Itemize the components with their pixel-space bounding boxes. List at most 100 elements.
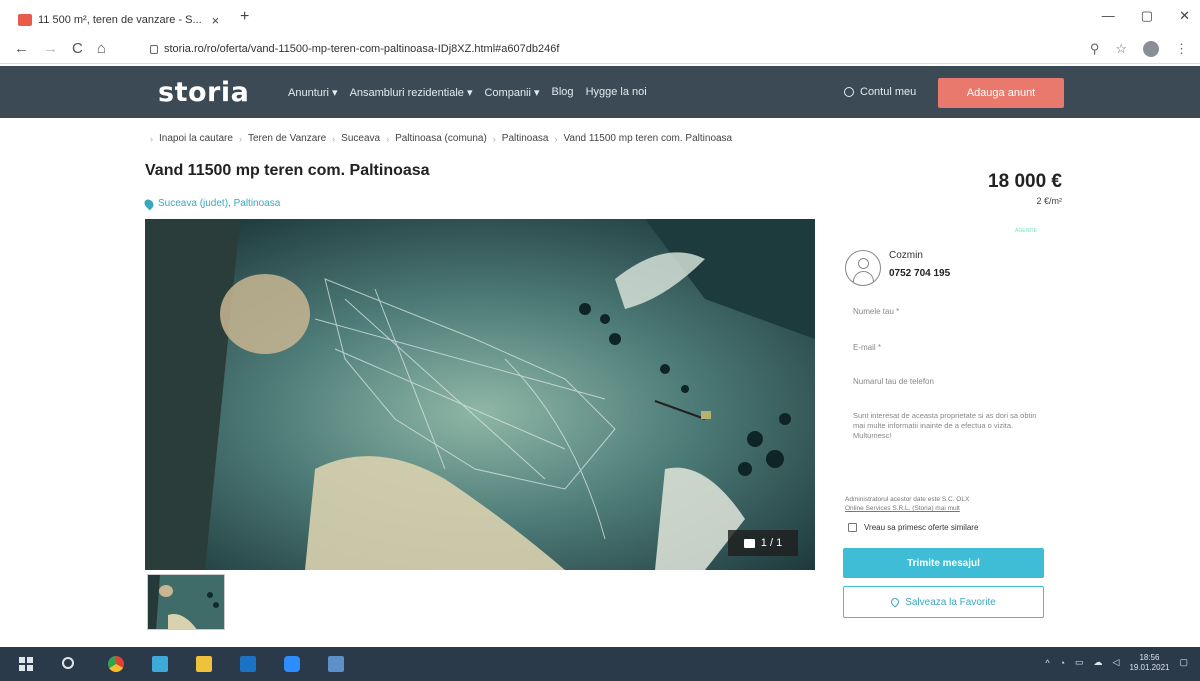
system-tray: ^ ◔ ▭ ☁ ◁ 18:56 19.01.2021 ▢ bbox=[1045, 653, 1188, 672]
breadcrumb-chevron-icon: › bbox=[492, 133, 496, 144]
breadcrumb-item-category[interactable]: Teren de Vanzare bbox=[248, 133, 326, 144]
tray-chevron-icon[interactable]: ^ bbox=[1045, 658, 1049, 668]
windows-taskbar: ^ ◔ ▭ ☁ ◁ 18:56 19.01.2021 ▢ bbox=[0, 647, 1200, 681]
clock-date: 19.01.2021 bbox=[1129, 662, 1170, 672]
address-bar-actions: ⚲ ☆ ⋮ bbox=[1090, 41, 1188, 57]
aerial-photo-image bbox=[145, 219, 815, 570]
tray-cloud-icon[interactable]: ☁ bbox=[1094, 657, 1103, 668]
listing-title: Vand 11500 mp teren com. Paltinoasa bbox=[145, 162, 430, 179]
maximize-button[interactable]: ▢ bbox=[1141, 8, 1153, 24]
home-icon[interactable]: ⌂ bbox=[97, 40, 106, 57]
phone-input[interactable]: Numarul tau de telefon bbox=[853, 377, 934, 386]
favorite-label: Salveaza la Favorite bbox=[905, 596, 996, 608]
breadcrumb-item-back[interactable]: Inapoi la cautare bbox=[159, 133, 233, 144]
outlook-icon[interactable] bbox=[240, 656, 256, 672]
message-textarea[interactable]: Sunt interesat de aceasta proprietate si… bbox=[853, 411, 1039, 441]
email-input[interactable]: E-mail * bbox=[853, 343, 881, 352]
star-bookmark-icon[interactable]: ☆ bbox=[1115, 41, 1127, 57]
agent-tag: AGENTIE bbox=[1015, 228, 1037, 234]
location-text: Suceava (judet), Paltinoasa bbox=[158, 198, 281, 209]
chrome-icon[interactable] bbox=[108, 656, 124, 672]
similar-offers-checkbox-row[interactable]: Vreau sa primesc oferte similare bbox=[848, 523, 978, 532]
camera-icon bbox=[743, 538, 755, 548]
logo-text: storia bbox=[158, 77, 250, 108]
tray-network-icon[interactable]: ◔ bbox=[1060, 658, 1065, 668]
send-message-button[interactable]: Trimite mesajul bbox=[843, 548, 1044, 578]
breadcrumb-item-county[interactable]: Suceava bbox=[341, 133, 380, 144]
browser-tab[interactable]: 11 500 m², teren de vanzare - S... × bbox=[18, 6, 238, 34]
storia-logo[interactable]: storia bbox=[158, 77, 249, 108]
lock-icon bbox=[150, 44, 158, 54]
breadcrumb-chevron-icon: › bbox=[554, 133, 558, 144]
breadcrumb-chevron-icon: › bbox=[332, 133, 336, 144]
breadcrumb: › Inapoi la cautare › Teren de Vanzare ›… bbox=[150, 133, 732, 144]
minimize-button[interactable]: — bbox=[1102, 8, 1115, 24]
menu-item-companii[interactable]: Companii ▾ bbox=[484, 86, 539, 99]
add-listing-button[interactable]: Adauga anunt bbox=[938, 78, 1064, 108]
tray-volume-icon[interactable]: ◁ bbox=[1113, 657, 1120, 668]
breadcrumb-chevron-icon: › bbox=[386, 133, 390, 144]
forward-arrow-icon[interactable]: → bbox=[43, 40, 58, 57]
photo-thumbnail[interactable] bbox=[147, 574, 225, 630]
network-app-icon[interactable] bbox=[152, 656, 168, 672]
main-menu: Anunturi ▾ Ansambluri rezidentiale ▾ Com… bbox=[288, 86, 647, 99]
photo-counter[interactable]: 1 / 1 bbox=[728, 530, 798, 556]
menu-item-blog[interactable]: Blog bbox=[552, 86, 574, 99]
menu-item-hygge[interactable]: Hygge la noi bbox=[586, 86, 647, 99]
location-pin-icon bbox=[142, 197, 156, 210]
menu-dots-icon[interactable]: ⋮ bbox=[1175, 41, 1188, 57]
seller-avatar-icon bbox=[845, 250, 881, 286]
heart-icon bbox=[889, 596, 901, 608]
address-bar: ← → C ⌂ storia.ro/ro/oferta/vand-11500-m… bbox=[0, 34, 1200, 64]
listing-location[interactable]: Suceava (judet), Paltinoasa bbox=[142, 197, 281, 210]
windows-start-icon[interactable] bbox=[18, 656, 34, 672]
search-icon[interactable] bbox=[62, 657, 74, 669]
admin-note-link[interactable]: Online Services S.R.L. (Storia) mai mult bbox=[845, 505, 960, 512]
zoom-icon[interactable]: ⚲ bbox=[1090, 41, 1100, 57]
breadcrumb-item-current: Vand 11500 mp teren com. Paltinoasa bbox=[563, 133, 733, 144]
menu-item-anunturi[interactable]: Anunturi ▾ bbox=[288, 86, 338, 99]
reload-icon[interactable]: C bbox=[72, 40, 83, 57]
save-favorite-button[interactable]: Salveaza la Favorite bbox=[843, 586, 1044, 618]
tray-battery-icon[interactable]: ▭ bbox=[1075, 657, 1084, 668]
similar-offers-label: Vreau sa primesc oferte similare bbox=[864, 523, 979, 532]
photo-counter-text: 1 / 1 bbox=[760, 537, 783, 549]
breadcrumb-chevron-icon: › bbox=[150, 133, 153, 144]
notifications-icon[interactable]: ▢ bbox=[1179, 657, 1188, 668]
storia-favicon-icon bbox=[18, 14, 32, 26]
close-window-button[interactable]: ✕ bbox=[1179, 8, 1190, 24]
unit-price: 2 €/m² bbox=[1036, 196, 1062, 206]
site-header: storia Anunturi ▾ Ansambluri rezidential… bbox=[0, 66, 1200, 118]
file-explorer-icon[interactable] bbox=[196, 656, 212, 672]
breadcrumb-chevron-icon: › bbox=[238, 133, 242, 144]
url-field[interactable]: storia.ro/ro/oferta/vand-11500-mp-teren-… bbox=[150, 43, 559, 55]
admin-note: Administratorul acestor date este S.C. O… bbox=[845, 495, 1045, 513]
back-arrow-icon[interactable]: ← bbox=[14, 40, 29, 57]
nav-buttons: ← → C ⌂ bbox=[14, 40, 106, 57]
system-clock[interactable]: 18:56 19.01.2021 bbox=[1129, 653, 1169, 672]
menu-item-ansambluri[interactable]: Ansambluri rezidentiale ▾ bbox=[350, 86, 473, 99]
browser-tab-bar: 11 500 m², teren de vanzare - S... × + —… bbox=[0, 0, 1200, 34]
seller-phone[interactable]: 0752 704 195 bbox=[889, 268, 950, 279]
account-link[interactable]: Contul meu bbox=[844, 86, 916, 98]
profile-avatar-icon[interactable] bbox=[1143, 41, 1159, 57]
breadcrumb-item-locality[interactable]: Paltinoasa bbox=[502, 133, 549, 144]
thumbnail-image bbox=[148, 575, 224, 629]
window-controls: — ▢ ✕ bbox=[1102, 8, 1190, 24]
new-tab-button[interactable]: + bbox=[240, 8, 249, 26]
breadcrumb-item-commune[interactable]: Paltinoasa (comuna) bbox=[395, 133, 487, 144]
name-input[interactable]: Numele tau * bbox=[853, 307, 899, 316]
tab-title: 11 500 m², teren de vanzare - S... bbox=[38, 14, 202, 26]
admin-note-text: Administratorul acestor date este S.C. O… bbox=[845, 496, 970, 503]
seller-name: Cozmin bbox=[889, 250, 923, 261]
similar-offers-checkbox[interactable] bbox=[848, 523, 857, 532]
document-app-icon[interactable] bbox=[328, 656, 344, 672]
user-icon bbox=[844, 87, 854, 97]
tab-close-icon[interactable]: × bbox=[212, 13, 220, 28]
listing-price: 18 000 € bbox=[988, 171, 1062, 192]
listing-photo[interactable] bbox=[145, 219, 815, 570]
account-label: Contul meu bbox=[860, 86, 917, 98]
clock-time: 18:56 bbox=[1139, 653, 1160, 662]
url-text: storia.ro/ro/oferta/vand-11500-mp-teren-… bbox=[164, 43, 560, 55]
zoom-app-icon[interactable] bbox=[284, 656, 300, 672]
